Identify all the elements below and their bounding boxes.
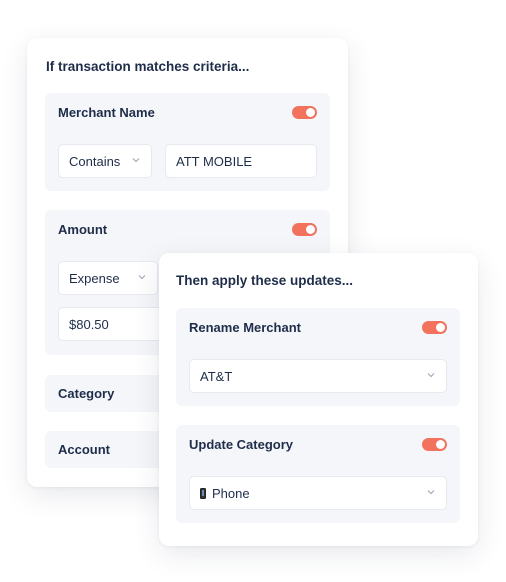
update-category-title: Update Category bbox=[189, 437, 294, 452]
chevron-down-icon bbox=[427, 490, 435, 495]
chevron-down-icon bbox=[132, 158, 140, 163]
chevron-down-icon bbox=[138, 275, 146, 280]
merchant-value-input[interactable]: ATT MOBILE bbox=[165, 144, 317, 178]
amount-value-text: $80.50 bbox=[69, 316, 109, 332]
update-category-select[interactable]: Phone bbox=[189, 476, 447, 510]
rename-merchant-panel: Rename Merchant AT&T bbox=[176, 308, 460, 406]
merchant-operator-value: Contains bbox=[69, 153, 121, 169]
category-title: Category bbox=[58, 386, 115, 401]
account-title: Account bbox=[58, 442, 110, 457]
merchant-name-panel: Merchant Name Contains ATT MOBILE bbox=[45, 93, 330, 191]
rename-merchant-select[interactable]: AT&T bbox=[189, 359, 447, 393]
updates-heading: Then apply these updates... bbox=[176, 273, 354, 288]
update-category-toggle[interactable] bbox=[422, 438, 447, 451]
amount-type-value: Expense bbox=[69, 270, 120, 286]
phone-icon bbox=[200, 487, 206, 499]
chevron-down-icon bbox=[427, 373, 435, 378]
updates-card: Then apply these updates... Rename Merch… bbox=[159, 253, 478, 546]
merchant-operator-select[interactable]: Contains bbox=[58, 144, 152, 178]
merchant-value-text: ATT MOBILE bbox=[176, 153, 253, 169]
merchant-name-toggle[interactable] bbox=[292, 106, 317, 119]
rename-merchant-value: AT&T bbox=[200, 368, 233, 384]
amount-title: Amount bbox=[58, 222, 108, 237]
rename-merchant-toggle[interactable] bbox=[422, 321, 447, 334]
merchant-name-title: Merchant Name bbox=[58, 105, 155, 120]
update-category-panel: Update Category Phone bbox=[176, 425, 460, 523]
criteria-heading: If transaction matches criteria... bbox=[46, 59, 250, 74]
amount-toggle[interactable] bbox=[292, 223, 317, 236]
rename-merchant-title: Rename Merchant bbox=[189, 320, 301, 335]
update-category-value: Phone bbox=[212, 485, 250, 501]
amount-type-select[interactable]: Expense bbox=[58, 261, 158, 295]
